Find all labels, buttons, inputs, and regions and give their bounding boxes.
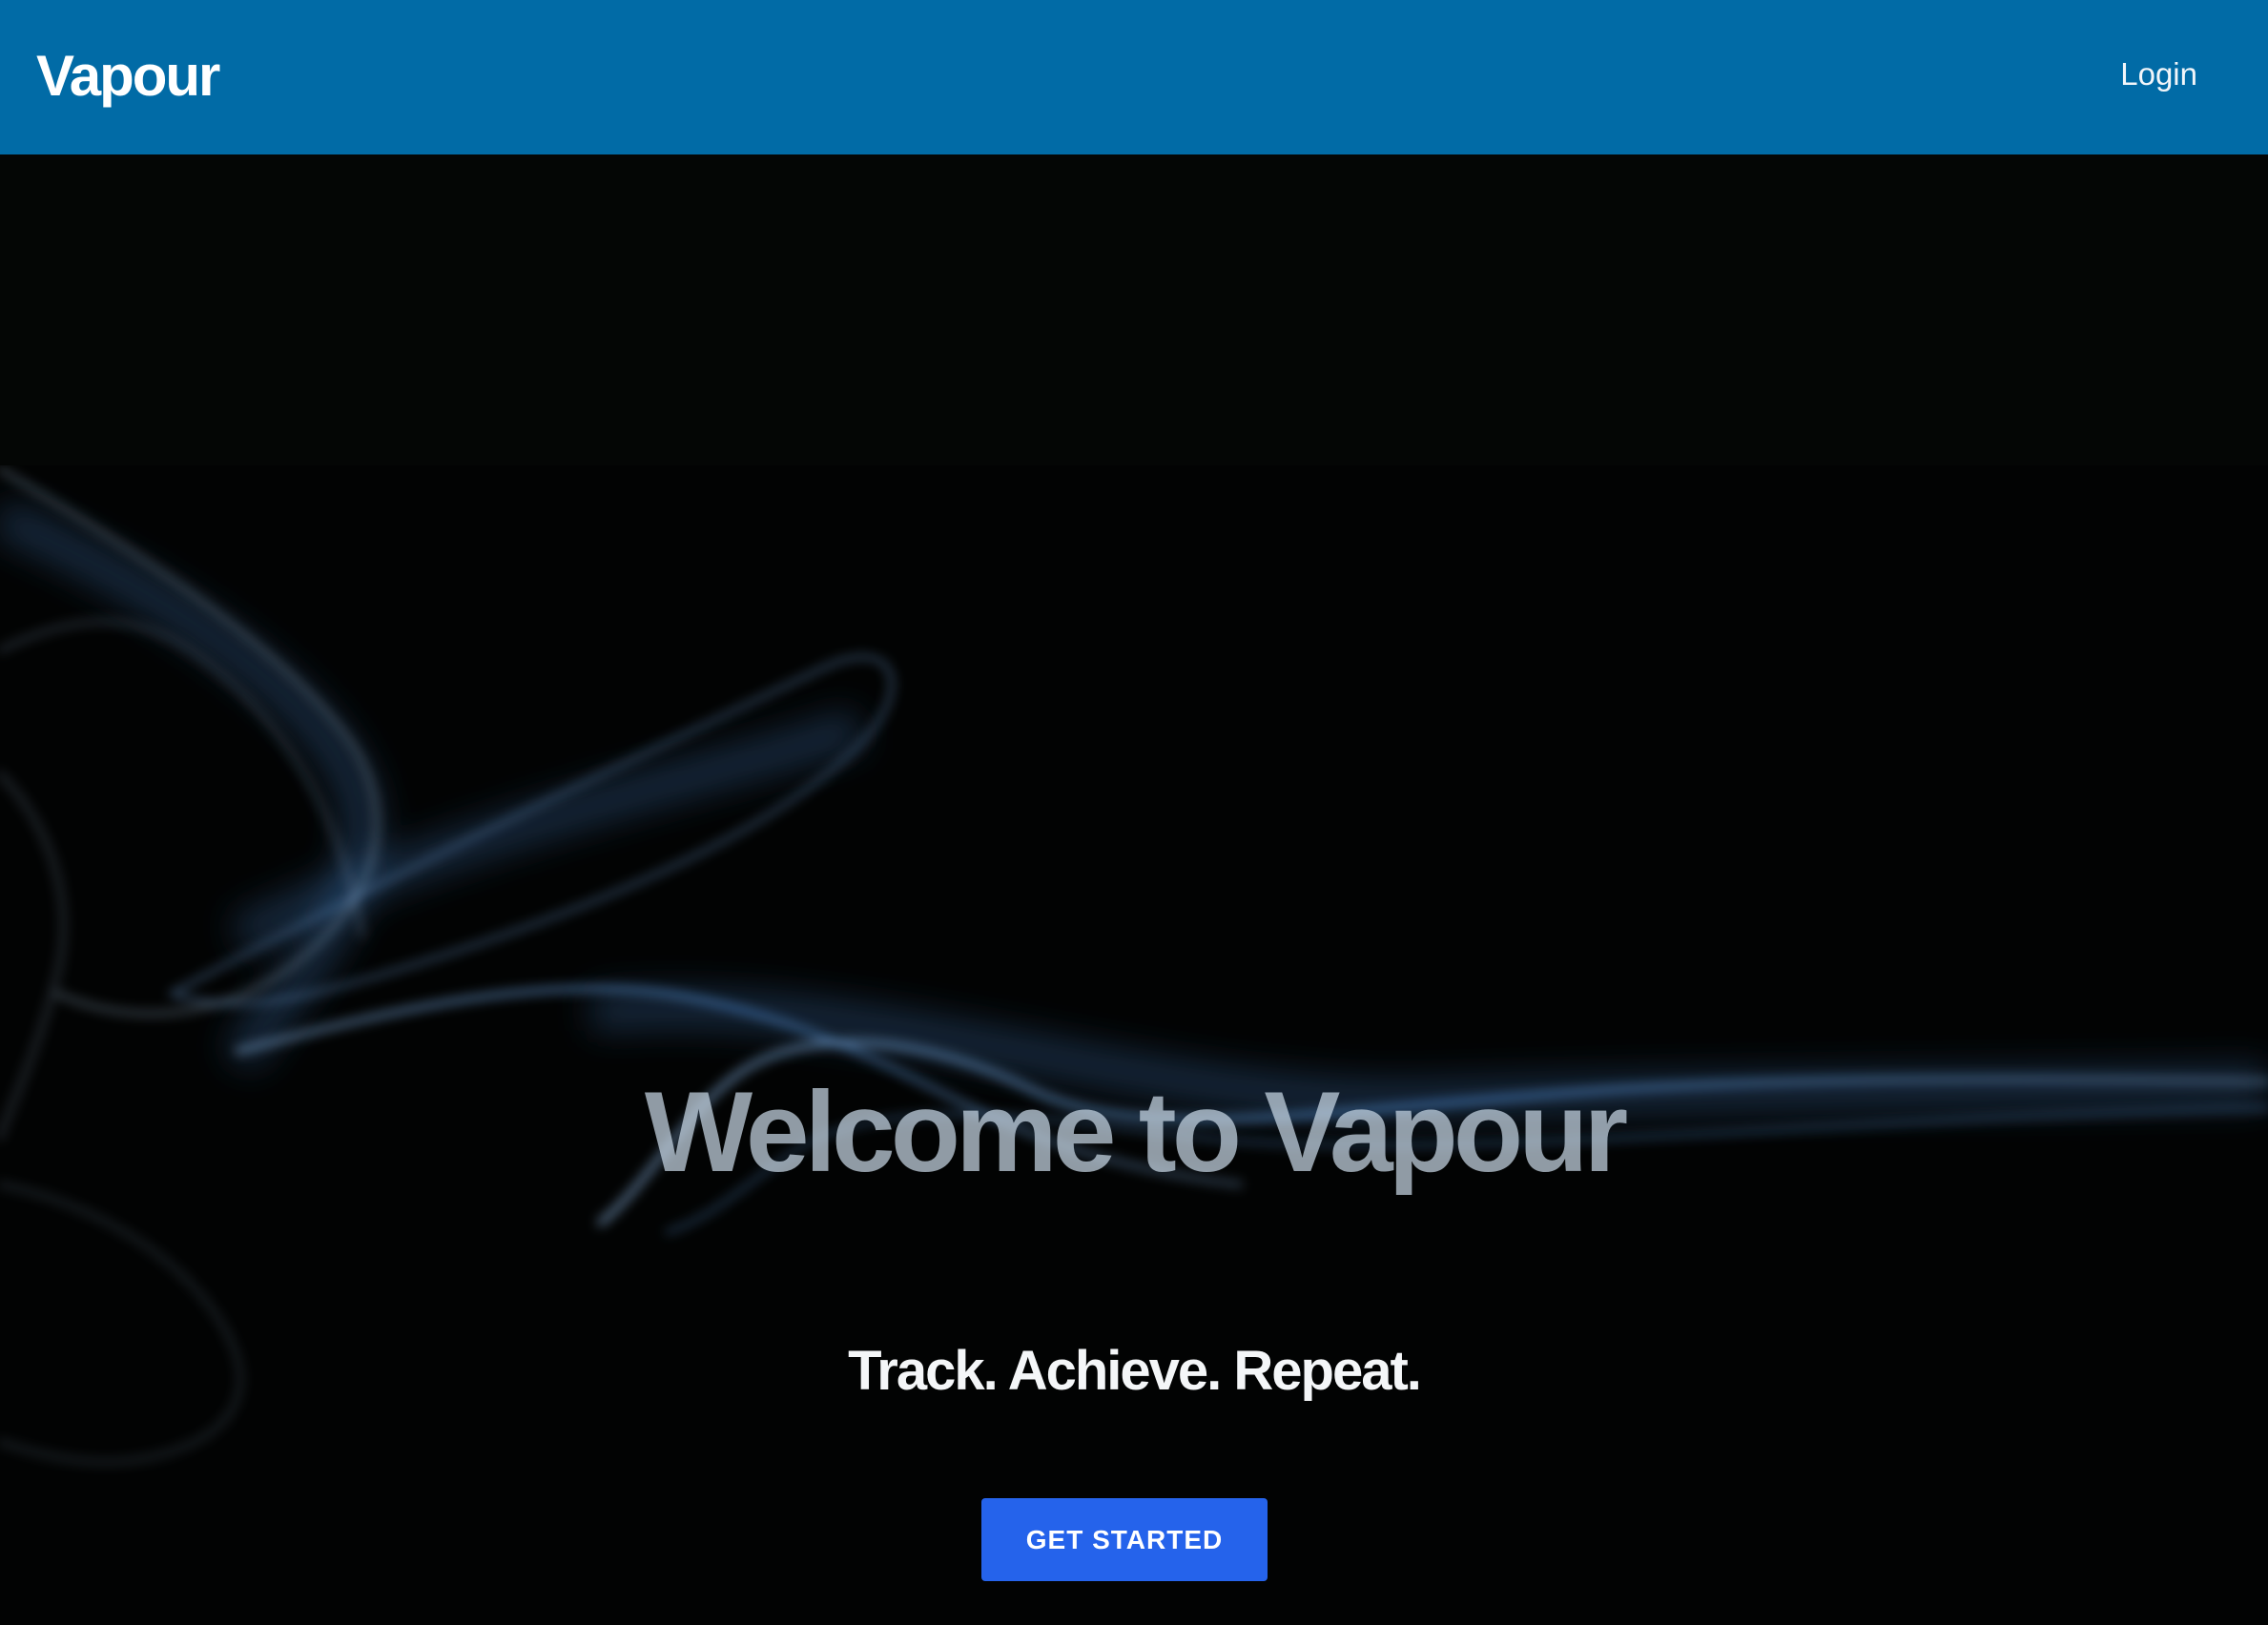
hero-section: Welcome to Vapour Track. Achieve. Repeat… xyxy=(0,154,2268,1625)
get-started-button[interactable]: GET STARTED xyxy=(981,1498,1268,1581)
photo-top-band xyxy=(0,154,2268,465)
top-navbar: Vapour Login xyxy=(0,0,2268,154)
hero-headline: Welcome to Vapour xyxy=(644,1068,1628,1196)
hero-tagline: Track. Achieve. Repeat. xyxy=(848,1340,1422,1402)
login-link[interactable]: Login xyxy=(2120,53,2197,95)
brand-logo[interactable]: Vapour xyxy=(36,42,220,111)
